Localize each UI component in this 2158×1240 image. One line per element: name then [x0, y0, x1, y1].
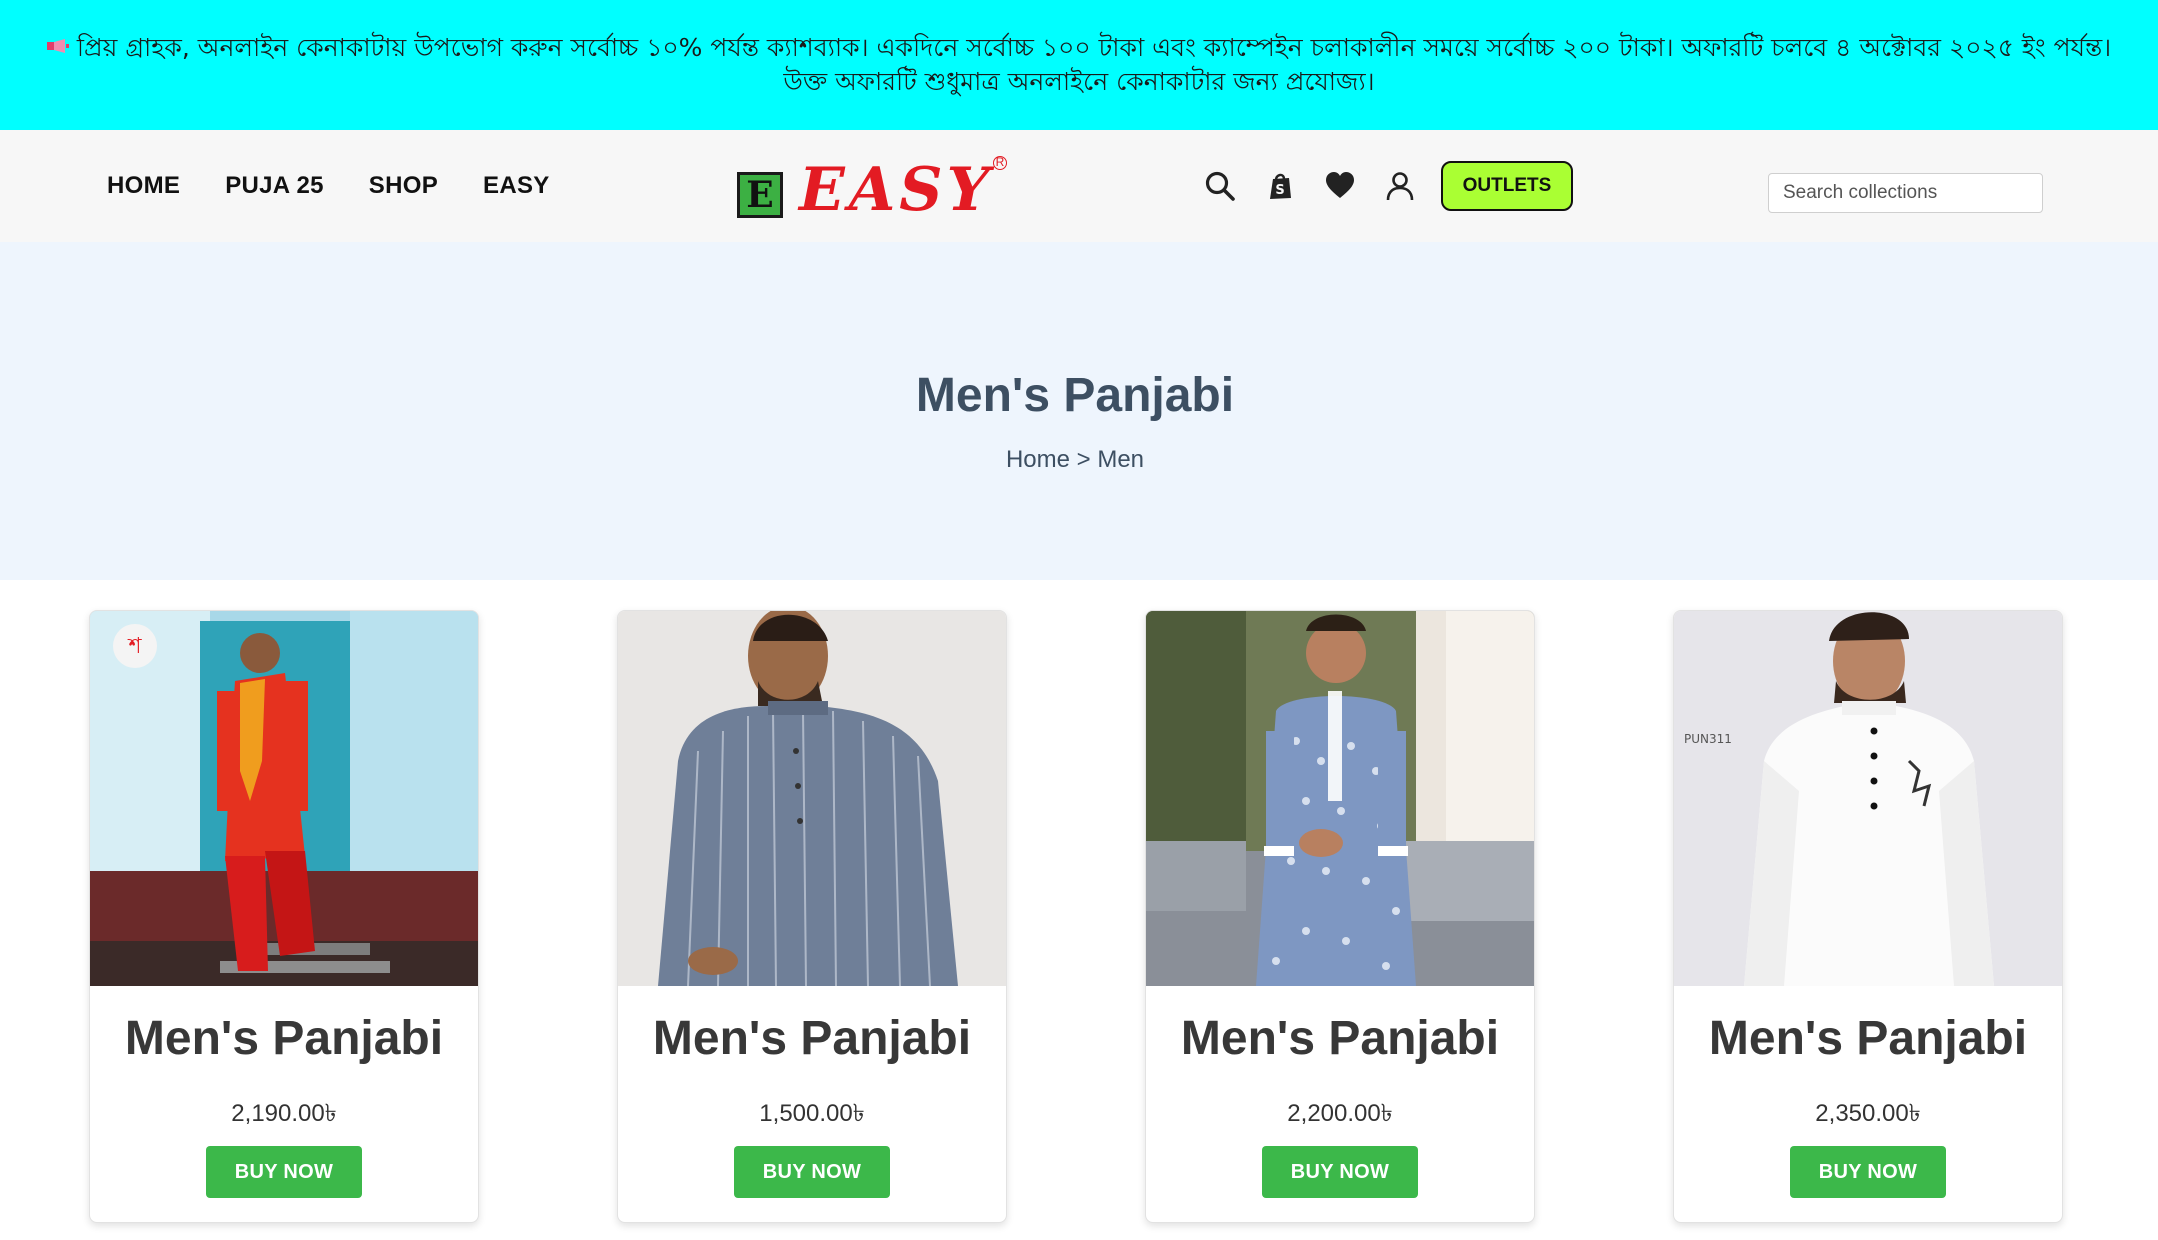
product-title[interactable]: Men's Panjabi [618, 1011, 1006, 1066]
brand-logo[interactable]: E EASY R [737, 152, 1007, 225]
product-card: শ Men's Panjabi 2,190.00৳ BUY NOW [89, 610, 479, 1223]
buy-now-button[interactable]: BUY NOW [1790, 1146, 1946, 1198]
product-card: Men's Panjabi 1,500.00৳ BUY NOW [617, 610, 1007, 1223]
product-price: 2,190.00৳ [231, 1100, 337, 1127]
svg-text:শ: শ [127, 634, 142, 659]
logo-wordmark: EASY [799, 155, 994, 225]
product-card: Men's Panjabi 2,200.00৳ BUY NOW [1145, 610, 1535, 1223]
product-grid: শ Men's Panjabi 2,190.00৳ BUY NOW Men's … [89, 610, 2063, 1223]
breadcrumb-home[interactable]: Home [1006, 446, 1070, 473]
nav-puja-25[interactable]: PUJA 25 [225, 172, 324, 200]
product-price: 2,200.00৳ [1287, 1100, 1393, 1127]
buy-now-button[interactable]: BUY NOW [734, 1146, 890, 1198]
registered-mark-icon: R [993, 156, 1007, 170]
header-icons: S [1204, 130, 1416, 242]
product-title[interactable]: Men's Panjabi [90, 1011, 478, 1066]
heart-icon[interactable] [1324, 170, 1356, 202]
product-image[interactable] [618, 611, 1006, 986]
product-image[interactable]: PUN311 [1674, 611, 2062, 986]
collection-hero: Men's Panjabi Home > Men [0, 242, 2158, 580]
svg-text:S: S [1275, 183, 1284, 198]
page: প্রিয় গ্রাহক, অনলাইন কেনাকাটায় উপভোগ ক… [0, 0, 2158, 1240]
breadcrumb: Home > Men [0, 446, 2150, 474]
outlets-button[interactable]: OUTLETS [1441, 161, 1573, 211]
product-title[interactable]: Men's Panjabi [1674, 1011, 2062, 1066]
nav-home[interactable]: HOME [107, 172, 180, 200]
buy-now-button[interactable]: BUY NOW [206, 1146, 362, 1198]
product-price: 1,500.00৳ [759, 1100, 865, 1127]
shopping-bag-icon[interactable]: S [1264, 170, 1296, 202]
announcement-text: প্রিয় গ্রাহক, অনলাইন কেনাকাটায় উপভোগ ক… [76, 33, 2112, 96]
page-title: Men's Panjabi [915, 369, 1235, 422]
product-card: PUN311 Men's Panjabi 2,350.00৳ BUY NOW [1673, 610, 2063, 1223]
announcement-text-wrap: প্রিয় গ্রাহক, অনলাইন কেনাকাটায় উপভোগ ক… [30, 31, 2128, 99]
main-nav: HOME PUJA 25 SHOP EASY [107, 130, 550, 242]
logo-mark: E [737, 172, 783, 218]
breadcrumb-separator: > [1076, 446, 1091, 473]
product-image[interactable] [1146, 611, 1534, 986]
search-icon[interactable] [1204, 170, 1236, 202]
search-collections-input[interactable] [1768, 173, 2043, 213]
product-image[interactable]: শ [90, 611, 478, 986]
announcement-bar: প্রিয় গ্রাহক, অনলাইন কেনাকাটায় উপভোগ ক… [0, 0, 2158, 130]
megaphone-icon [46, 39, 69, 53]
user-icon[interactable] [1384, 170, 1416, 202]
product-title[interactable]: Men's Panjabi [1146, 1011, 1534, 1066]
nav-shop[interactable]: SHOP [369, 172, 438, 200]
svg-text:PUN311: PUN311 [1684, 732, 1732, 746]
buy-now-button[interactable]: BUY NOW [1262, 1146, 1418, 1198]
nav-easy[interactable]: EASY [483, 172, 550, 200]
product-price: 2,350.00৳ [1815, 1100, 1921, 1127]
breadcrumb-current: Men [1097, 446, 1145, 473]
